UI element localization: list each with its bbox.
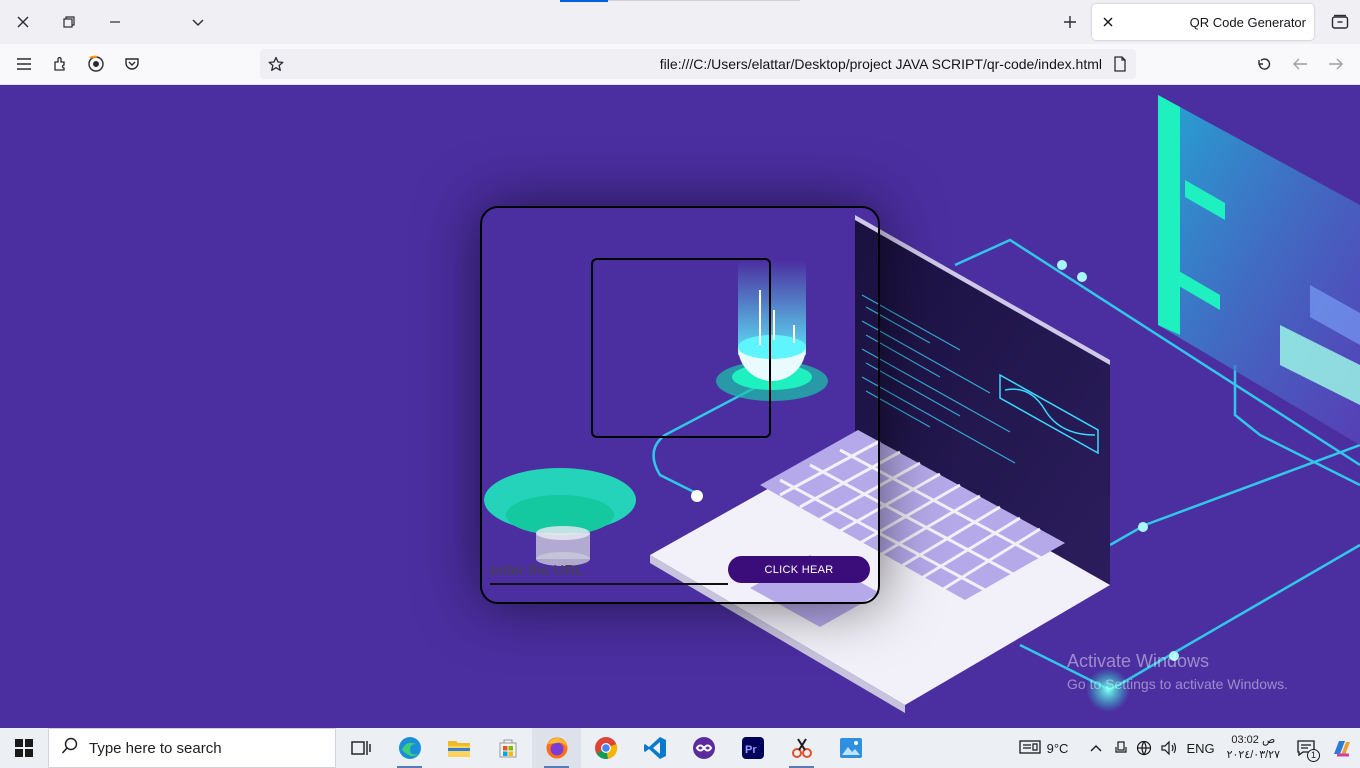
clock-date: ٢٠٢٤/٠٣/٢٧ — [1226, 749, 1280, 761]
weather-icon — [1018, 739, 1041, 758]
watermark-title: Activate Windows — [1067, 651, 1210, 671]
list-all-tabs-chevron-icon[interactable] — [186, 10, 210, 34]
reload-icon[interactable] — [1252, 52, 1276, 76]
notification-count-badge: 1 — [1307, 749, 1320, 762]
weather-temperature: 9°C — [1046, 740, 1069, 756]
window-close-icon[interactable] — [11, 10, 35, 34]
extensions-icon[interactable] — [48, 52, 72, 76]
usb-device-icon[interactable] — [1110, 728, 1132, 768]
game-app-icon[interactable] — [679, 728, 728, 768]
windows-start-icon[interactable] — [0, 728, 48, 768]
notifications-icon[interactable]: 1 — [1288, 728, 1324, 768]
window-restore-icon[interactable] — [57, 10, 81, 34]
page-viewport: CLICK HEAR Activate Windows Go to Settin… — [0, 85, 1360, 728]
bookmark-star-icon[interactable] — [264, 52, 288, 76]
menu-hamburger-icon[interactable] — [12, 52, 36, 76]
vs-code-icon[interactable] — [630, 728, 679, 768]
edge-browser-icon[interactable] — [385, 728, 434, 768]
url-input[interactable] — [490, 557, 728, 585]
tab-title: QR Code Generator — [1189, 14, 1306, 30]
tab-strip-line — [608, 0, 800, 1]
activate-windows-watermark: Activate Windows Go to Settings to activ… — [1067, 651, 1288, 692]
taskbar-search-box[interactable]: Type here to search — [48, 728, 336, 768]
search-icon — [61, 737, 79, 760]
premiere-pro-icon[interactable]: Pr — [728, 728, 777, 768]
window-minimize-icon[interactable] — [103, 10, 127, 34]
input-language[interactable]: ENG — [1182, 728, 1218, 768]
volume-speaker-icon[interactable] — [1156, 728, 1182, 768]
snipping-tool-icon[interactable] — [777, 728, 826, 768]
tab-close-icon[interactable] — [1100, 14, 1116, 30]
firefox-account-icon[interactable] — [84, 52, 108, 76]
microsoft-store-icon[interactable] — [483, 728, 532, 768]
new-tab-plus-icon[interactable] — [1058, 10, 1082, 34]
tab-bar: QR Code Generator — [0, 0, 1360, 44]
photos-icon[interactable] — [826, 728, 875, 768]
generate-qr-button[interactable]: CLICK HEAR — [728, 556, 870, 583]
pocket-icon[interactable] — [120, 52, 144, 76]
clock-time: 03:02 ص — [1231, 734, 1276, 746]
firefox-view-icon[interactable] — [1328, 10, 1352, 34]
nav-bar: file:///C:/Users/elattar/Desktop/project… — [0, 44, 1360, 85]
weather-widget[interactable]: 9°C — [1015, 728, 1073, 768]
address-bar[interactable]: file:///C:/Users/elattar/Desktop/project… — [260, 49, 1136, 79]
show-hidden-icons-chevron-icon[interactable] — [1082, 728, 1110, 768]
chrome-icon[interactable] — [581, 728, 630, 768]
svg-text:Pr: Pr — [745, 744, 757, 756]
task-view-icon[interactable] — [336, 728, 385, 768]
back-arrow-icon[interactable] — [1288, 52, 1312, 76]
firefox-icon[interactable] — [532, 728, 581, 768]
page-document-icon[interactable] — [1108, 52, 1132, 76]
network-globe-icon[interactable] — [1132, 728, 1156, 768]
qr-code-output — [591, 258, 771, 438]
clock[interactable]: 03:02 ص ٢٠٢٤/٠٣/٢٧ — [1219, 733, 1288, 763]
search-placeholder: Type here to search — [89, 739, 222, 757]
url-text[interactable]: file:///C:/Users/elattar/Desktop/project… — [660, 56, 1102, 72]
system-tray: 9°C ENG 03:02 ص ٢٠٢٤/٠٣/٢٧ 1 — [1015, 728, 1360, 768]
qr-generator-card: CLICK HEAR — [480, 206, 880, 604]
windows-taskbar: Type here to search Pr 9°C ENG 03:02 ص ٢… — [0, 728, 1360, 768]
tab-qr-code-generator[interactable]: QR Code Generator — [1092, 4, 1314, 40]
forward-arrow-icon[interactable] — [1324, 52, 1348, 76]
copilot-icon[interactable] — [1324, 728, 1360, 768]
watermark-subtitle: Go to Settings to activate Windows. — [1067, 676, 1288, 692]
file-explorer-icon[interactable] — [434, 728, 483, 768]
tab-indicator — [560, 0, 608, 2]
